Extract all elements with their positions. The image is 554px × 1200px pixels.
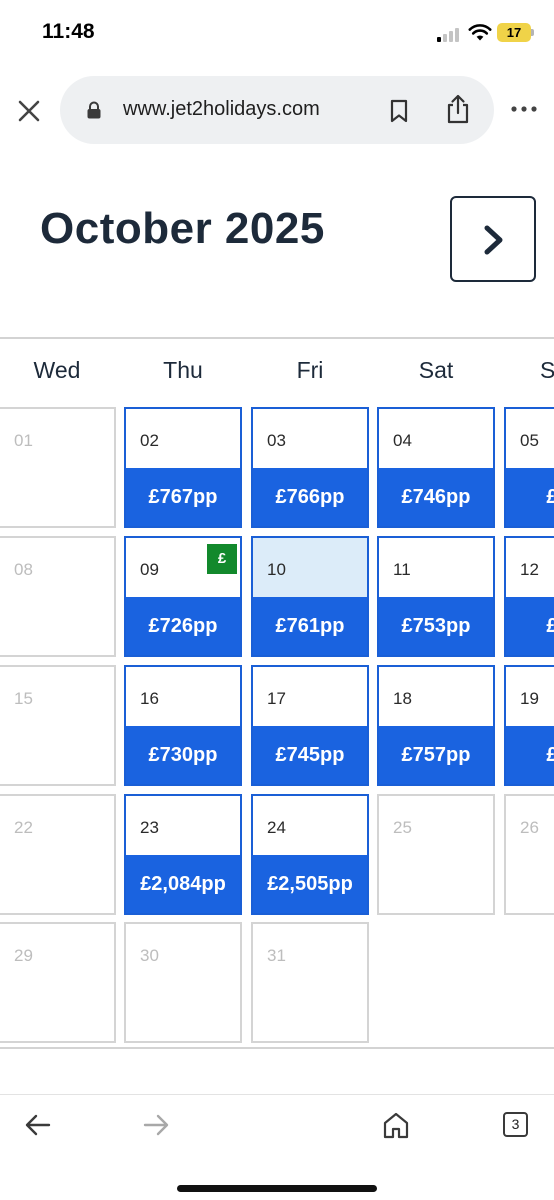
day-number: 02 [140, 431, 159, 450]
url-text[interactable]: www.jet2holidays.com [123, 98, 320, 121]
price-label: £757pp [379, 726, 493, 784]
day-number: 10 [267, 560, 286, 579]
date-cell-01: 01 [0, 407, 116, 528]
battery-tip [531, 29, 534, 36]
date-cell-16[interactable]: 16 £730pp [124, 665, 242, 786]
back-icon[interactable] [24, 1113, 52, 1137]
date-cell-22: 22 [0, 794, 116, 915]
lock-icon [87, 101, 101, 119]
month-title: October 2025 [40, 204, 325, 253]
date-cell-12[interactable]: 12 £74 [504, 536, 554, 657]
home-icon[interactable] [382, 1111, 410, 1139]
weekday-fri: Fri [296, 357, 324, 383]
day-number: 30 [140, 946, 159, 965]
price-label: £726pp [126, 597, 240, 655]
price-label: £2,505pp [253, 855, 367, 913]
date-cell-26: 26 [504, 794, 554, 915]
calendar-grid: Wed Thu Fri Sat S 01 02 £767pp 03 £766pp 04 £7… [0, 337, 554, 1049]
browser-bar: www.jet2holidays.com [0, 70, 554, 152]
bookmark-icon[interactable] [386, 98, 412, 124]
home-indicator [177, 1185, 377, 1192]
bottom-toolbar: 3 [0, 1094, 554, 1200]
close-icon[interactable] [14, 96, 44, 126]
wifi-icon [468, 24, 492, 41]
more-icon[interactable] [510, 104, 538, 114]
date-cell-03[interactable]: 03 £766pp [251, 407, 369, 528]
price-label: £2,084pp [126, 855, 240, 913]
price-deal-badge: £ [207, 544, 237, 574]
day-number: 05 [520, 431, 539, 450]
address-bar[interactable]: www.jet2holidays.com [60, 76, 494, 144]
date-cell-02[interactable]: 02 £767pp [124, 407, 242, 528]
date-cell-29: 29 [0, 922, 116, 1043]
forward-icon[interactable] [142, 1113, 170, 1137]
day-number: 08 [14, 560, 33, 579]
price-label: £730pp [126, 726, 240, 784]
price-label: £767pp [126, 468, 240, 526]
date-cell-23[interactable]: 23 £2,084pp [124, 794, 242, 915]
day-number: 04 [393, 431, 412, 450]
price-label: £745pp [253, 726, 367, 784]
price-label: £77 [506, 726, 554, 784]
date-cell-05[interactable]: 05 £75 [504, 407, 554, 528]
day-number: 24 [267, 818, 286, 837]
date-cell-09[interactable]: 09 £ £726pp [124, 536, 242, 657]
price-label: £766pp [253, 468, 367, 526]
day-number: 18 [393, 689, 412, 708]
day-number: 12 [520, 560, 539, 579]
date-cell-08: 08 [0, 536, 116, 657]
status-bar: 11:48 17 [0, 0, 554, 60]
date-cell-11[interactable]: 11 £753pp [377, 536, 495, 657]
tabs-icon[interactable]: 3 [503, 1112, 528, 1137]
date-cell-24[interactable]: 24 £2,505pp [251, 794, 369, 915]
battery-icon: 17 [497, 23, 531, 42]
status-time: 11:48 [42, 20, 95, 43]
price-label: £761pp [253, 597, 367, 655]
price-label: £74 [506, 597, 554, 655]
day-number: 11 [393, 560, 411, 579]
date-cell-19[interactable]: 19 £77 [504, 665, 554, 786]
day-number: 19 [520, 689, 539, 708]
date-cell-17[interactable]: 17 £745pp [251, 665, 369, 786]
day-number: 03 [267, 431, 286, 450]
weekday-sat: Sat [418, 357, 454, 383]
day-number: 29 [14, 946, 33, 965]
date-cell-30: 30 [124, 922, 242, 1043]
date-cell-25: 25 [377, 794, 495, 915]
date-cell-18[interactable]: 18 £757pp [377, 665, 495, 786]
day-number: 31 [267, 946, 286, 965]
day-number: 09 [140, 560, 159, 579]
day-number: 15 [14, 689, 33, 708]
date-cell-31: 31 [251, 922, 369, 1043]
day-number: 25 [393, 818, 412, 837]
weekday-sun: S [540, 357, 554, 383]
day-number: 16 [140, 689, 159, 708]
weekday-wed: Wed [33, 357, 81, 383]
date-cell-15: 15 [0, 665, 116, 786]
day-number: 01 [14, 431, 33, 450]
weekday-thu: Thu [163, 357, 203, 383]
day-number: 17 [267, 689, 286, 708]
price-label: £75 [506, 468, 554, 526]
date-cell-10[interactable]: 10 £761pp [251, 536, 369, 657]
day-number: 23 [140, 818, 159, 837]
chevron-right-icon [484, 225, 503, 255]
day-number: 22 [14, 818, 33, 837]
day-number: 26 [520, 818, 539, 837]
share-icon[interactable] [444, 94, 472, 124]
date-cell-04[interactable]: 04 £746pp [377, 407, 495, 528]
next-month-button[interactable] [450, 196, 536, 282]
cellular-signal-icon [437, 26, 463, 42]
price-label: £746pp [379, 468, 493, 526]
price-label: £753pp [379, 597, 493, 655]
